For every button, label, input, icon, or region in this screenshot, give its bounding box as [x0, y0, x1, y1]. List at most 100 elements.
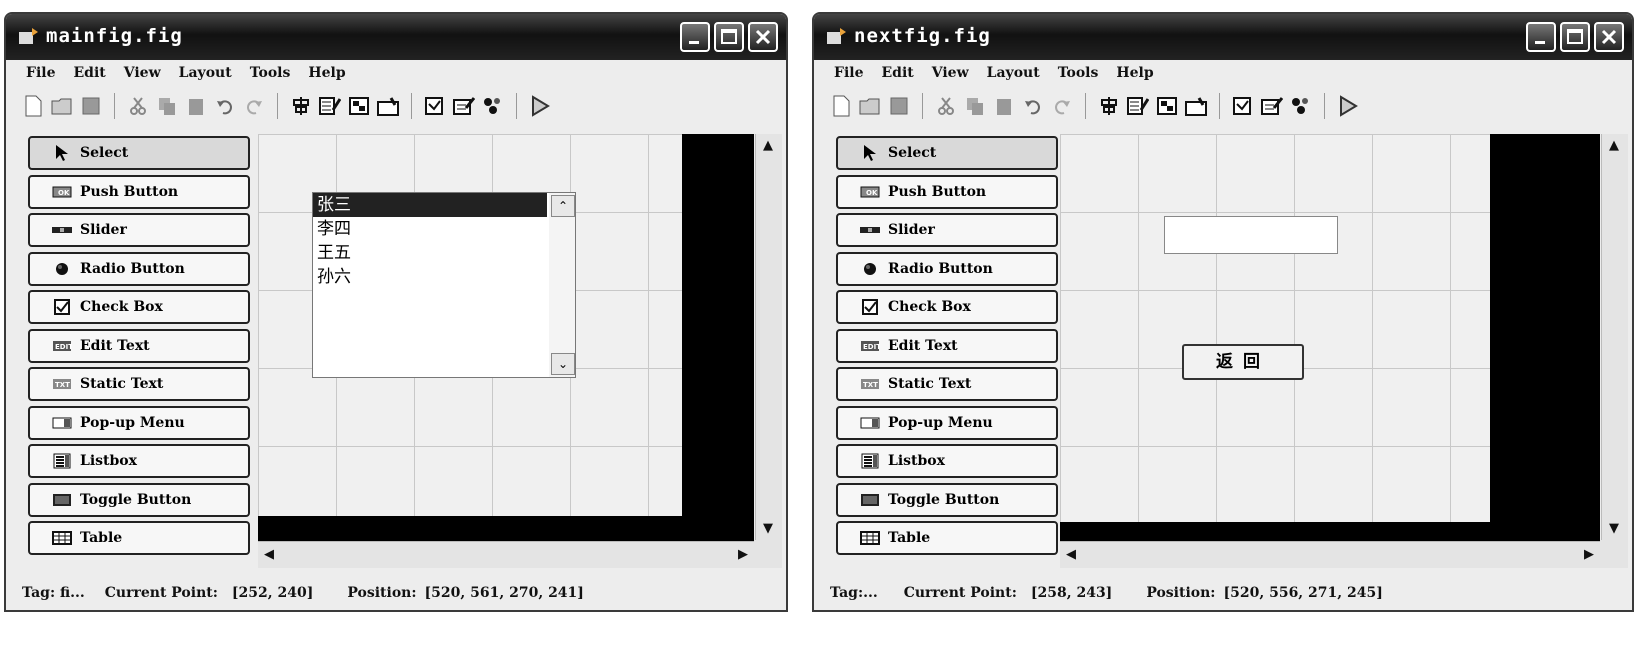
palette-slider[interactable]: Slider [836, 213, 1058, 247]
menu-layout[interactable]: Layout [987, 65, 1040, 81]
listbox-item[interactable]: 张三 [313, 193, 547, 217]
palette-toggle-button[interactable]: Toggle Button [836, 482, 1058, 517]
palette-toggle-button[interactable]: Toggle Button [28, 482, 250, 517]
property-inspector-icon[interactable] [451, 93, 477, 119]
listbox-item[interactable]: 孙六 [313, 265, 547, 289]
horizontal-scrollbar[interactable]: ◀ ▶ [1060, 541, 1600, 568]
undo-icon[interactable] [212, 93, 238, 119]
minimize-button[interactable] [680, 22, 710, 52]
palette-check-box[interactable]: Check Box [28, 290, 250, 324]
palette-push-button[interactable]: OK Push Button [836, 174, 1058, 209]
menu-help[interactable]: Help [1116, 65, 1153, 81]
redo-icon[interactable] [241, 93, 267, 119]
menu-editor-icon[interactable] [317, 93, 343, 119]
close-button[interactable] [748, 22, 778, 52]
listbox-scrollbar[interactable]: ⌃ ⌄ [549, 193, 575, 377]
palette-radio-button[interactable]: Radio Button [836, 251, 1058, 286]
palette-listbox[interactable]: Listbox [28, 444, 250, 478]
menu-view[interactable]: View [932, 65, 969, 81]
layout-grid[interactable]: 张三 李四 王五 孙六 ⌃ ⌄ [258, 134, 754, 568]
palette-select[interactable]: Select [28, 136, 250, 170]
m-file-editor-icon[interactable] [422, 93, 448, 119]
new-icon[interactable] [828, 93, 854, 119]
maximize-button[interactable] [714, 22, 744, 52]
object-browser-icon[interactable] [1288, 93, 1314, 119]
horizontal-scrollbar[interactable]: ◀ ▶ [258, 541, 754, 568]
palette-radio-button[interactable]: Radio Button [28, 251, 250, 286]
menu-help[interactable]: Help [308, 65, 345, 81]
m-file-editor-icon[interactable] [1230, 93, 1256, 119]
listbox-item[interactable]: 李四 [313, 217, 547, 241]
return-push-button[interactable]: 返回 [1182, 344, 1304, 380]
listbox-item[interactable]: 王五 [313, 241, 547, 265]
menu-editor-icon[interactable] [1125, 93, 1151, 119]
copy-icon[interactable] [154, 93, 180, 119]
object-browser-icon[interactable] [480, 93, 506, 119]
scroll-down-arrow-icon[interactable]: ⌄ [551, 353, 575, 375]
paste-icon[interactable] [183, 93, 209, 119]
align-objects-icon[interactable] [1096, 93, 1122, 119]
toolbar-editor-icon[interactable] [1183, 93, 1209, 119]
close-button[interactable] [1594, 22, 1624, 52]
new-icon[interactable] [20, 93, 46, 119]
menu-edit[interactable]: Edit [881, 65, 913, 81]
layout-editor-canvas[interactable]: 张三 李四 王五 孙六 ⌃ ⌄ ▲ ▼ ◀ ▶ [258, 134, 782, 568]
title-bar[interactable]: nextfig.fig [814, 14, 1632, 60]
menu-layout[interactable]: Layout [179, 65, 232, 81]
palette-listbox[interactable]: Listbox [836, 444, 1058, 478]
palette-push-button[interactable]: OK Push Button [28, 174, 250, 209]
open-icon[interactable] [857, 93, 883, 119]
save-icon[interactable] [886, 93, 912, 119]
save-icon[interactable] [78, 93, 104, 119]
tab-order-editor-icon[interactable] [346, 93, 372, 119]
edit-text-component[interactable] [1164, 216, 1338, 254]
listbox-component[interactable]: 张三 李四 王五 孙六 ⌃ ⌄ [312, 192, 576, 378]
scroll-left-arrow-icon[interactable]: ◀ [1066, 547, 1076, 562]
maximize-button[interactable] [1560, 22, 1590, 52]
palette-table[interactable]: Table [28, 521, 250, 555]
scroll-up-arrow-icon[interactable]: ▲ [1609, 138, 1619, 153]
scroll-right-arrow-icon[interactable]: ▶ [738, 547, 748, 562]
scroll-up-arrow-icon[interactable]: ▲ [763, 138, 773, 153]
run-figure-icon[interactable] [527, 93, 553, 119]
minimize-button[interactable] [1526, 22, 1556, 52]
palette-popup-menu[interactable]: Pop-up Menu [28, 405, 250, 440]
align-objects-icon[interactable] [288, 93, 314, 119]
toolbar-editor-icon[interactable] [375, 93, 401, 119]
menu-edit[interactable]: Edit [73, 65, 105, 81]
run-figure-icon[interactable] [1335, 93, 1361, 119]
title-bar[interactable]: mainfig.fig [6, 14, 786, 60]
palette-edit-text[interactable]: EDIT Edit Text [836, 328, 1058, 363]
palette-select[interactable]: Select [836, 136, 1058, 170]
scroll-down-arrow-icon[interactable]: ▼ [1609, 521, 1619, 536]
paste-icon[interactable] [991, 93, 1017, 119]
property-inspector-icon[interactable] [1259, 93, 1285, 119]
vertical-scrollbar[interactable]: ▲ ▼ [755, 134, 782, 540]
scroll-left-arrow-icon[interactable]: ◀ [264, 547, 274, 562]
menu-view[interactable]: View [124, 65, 161, 81]
palette-table[interactable]: Table [836, 521, 1058, 555]
palette-slider[interactable]: Slider [28, 213, 250, 247]
menu-tools[interactable]: Tools [1058, 65, 1099, 81]
palette-static-text[interactable]: TXT Static Text [836, 367, 1058, 401]
layout-grid[interactable]: 返回 [1060, 134, 1600, 568]
undo-icon[interactable] [1020, 93, 1046, 119]
scroll-down-arrow-icon[interactable]: ▼ [763, 521, 773, 536]
vertical-scrollbar[interactable]: ▲ ▼ [1601, 134, 1628, 540]
palette-static-text[interactable]: TXT Static Text [28, 367, 250, 401]
palette-popup-menu[interactable]: Pop-up Menu [836, 405, 1058, 440]
open-icon[interactable] [49, 93, 75, 119]
redo-icon[interactable] [1049, 93, 1075, 119]
menu-file[interactable]: File [26, 65, 55, 81]
cut-icon[interactable] [933, 93, 959, 119]
scroll-up-arrow-icon[interactable]: ⌃ [551, 195, 575, 217]
cut-icon[interactable] [125, 93, 151, 119]
copy-icon[interactable] [962, 93, 988, 119]
scroll-right-arrow-icon[interactable]: ▶ [1584, 547, 1594, 562]
tab-order-editor-icon[interactable] [1154, 93, 1180, 119]
palette-check-box[interactable]: Check Box [836, 290, 1058, 324]
layout-editor-canvas[interactable]: 返回 ▲ ▼ ◀ ▶ [1060, 134, 1628, 568]
menu-file[interactable]: File [834, 65, 863, 81]
menu-tools[interactable]: Tools [250, 65, 291, 81]
palette-edit-text[interactable]: EDIT Edit Text [28, 328, 250, 363]
